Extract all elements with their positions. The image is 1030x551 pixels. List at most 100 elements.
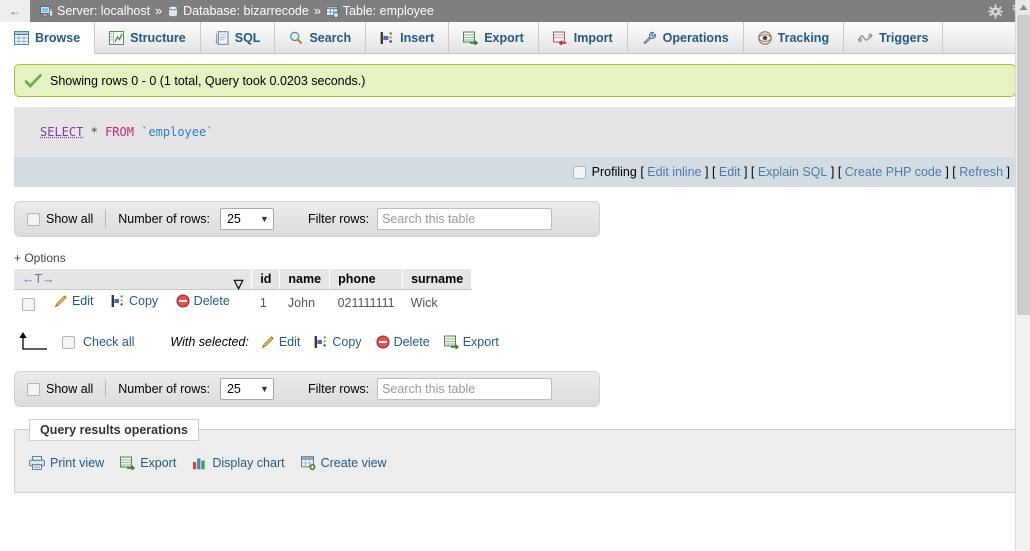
- results-table-header-row: ←T→ ▽ id name phone surname: [14, 269, 473, 291]
- link-create-php-code[interactable]: Create PHP code: [845, 165, 942, 179]
- number-of-rows-value-top: 25: [226, 212, 241, 226]
- number-of-rows-value-bottom: 25: [226, 382, 241, 397]
- with-selected-copy-label[interactable]: Copy: [332, 335, 361, 349]
- query-result-notice: Showing rows 0 - 0 (1 total, Query took …: [14, 64, 1016, 97]
- filter-rows-input-top[interactable]: Search this table: [377, 208, 553, 230]
- tab-sql-label: SQL: [234, 30, 261, 45]
- row-edit-label[interactable]: Edit: [72, 294, 94, 308]
- tab-sql[interactable]: SQL: [201, 22, 276, 53]
- column-header-id[interactable]: id: [251, 269, 281, 290]
- success-check-icon: [25, 73, 42, 88]
- copy-icon: [314, 335, 328, 349]
- cell-surname: Wick: [410, 295, 438, 310]
- scrollbar-up-button[interactable]: [1016, 0, 1030, 15]
- column-header-phone[interactable]: phone: [329, 269, 404, 290]
- number-of-rows-select-top[interactable]: 25 ▼: [219, 208, 274, 230]
- tab-insert[interactable]: Insert: [366, 22, 450, 53]
- column-header-name[interactable]: name: [279, 269, 331, 290]
- gear-icon[interactable]: [988, 3, 1003, 19]
- tab-operations-label: Operations: [662, 30, 729, 45]
- main-tabs: Browse Structure SQL Search Insert Expor…: [0, 22, 1030, 54]
- row-checkbox[interactable]: [22, 298, 35, 312]
- create-view-link[interactable]: Create view: [300, 456, 387, 471]
- print-view-link[interactable]: Print view: [29, 456, 104, 470]
- create-view-icon: [300, 456, 316, 471]
- options-toggle[interactable]: + Options: [14, 251, 1016, 265]
- column-header-surname[interactable]: surname: [402, 269, 473, 290]
- page-scrollbar[interactable]: [1015, 0, 1030, 551]
- with-selected-export-label[interactable]: Export: [463, 335, 499, 349]
- query-results-operations-panel: Query results operations Print view Expo…: [14, 419, 1016, 494]
- link-edit-inline[interactable]: Edit inline: [647, 165, 701, 179]
- sort-caret-icon[interactable]: ▽: [234, 276, 244, 291]
- tab-tracking[interactable]: Tracking: [744, 22, 845, 53]
- delete-icon: [176, 294, 190, 308]
- show-all-checkbox-top[interactable]: [27, 212, 40, 226]
- rows-toolbar-top: Show all Number of rows: 25 ▼ Filter row…: [14, 201, 600, 237]
- link-refresh[interactable]: Refresh: [959, 165, 1003, 179]
- tab-export[interactable]: Export: [449, 22, 539, 53]
- with-selected-delete[interactable]: Delete: [376, 335, 432, 349]
- row-delete-action[interactable]: Delete: [176, 294, 232, 308]
- show-all-checkbox-bottom[interactable]: [27, 382, 40, 396]
- cell-phone: 021111111: [337, 295, 395, 310]
- number-of-rows-select-bottom[interactable]: 25 ▼: [219, 378, 274, 401]
- bracket-close-5: ]: [1006, 165, 1010, 179]
- tab-operations[interactable]: Operations: [628, 22, 744, 53]
- with-selected-edit[interactable]: Edit: [261, 335, 303, 349]
- number-of-rows-label-top: Number of rows:: [118, 212, 210, 226]
- row-edit-action[interactable]: Edit: [54, 294, 96, 308]
- options-toggle-label: + Options: [14, 251, 66, 265]
- back-button[interactable]: ←: [0, 0, 30, 22]
- server-icon: [40, 5, 53, 18]
- rows-toolbar-bottom: Show all Number of rows: 25 ▼ Filter row…: [14, 371, 600, 408]
- link-edit[interactable]: Edit: [719, 165, 741, 179]
- breadcrumb-item-database-label: Database: bizarrecode: [183, 4, 309, 18]
- show-all-label-top: Show all: [46, 212, 94, 226]
- tab-browse[interactable]: Browse: [0, 22, 96, 54]
- row-copy-label[interactable]: Copy: [129, 294, 158, 308]
- link-explain-sql[interactable]: Explain SQL: [758, 165, 827, 179]
- with-selected-delete-label[interactable]: Delete: [394, 335, 430, 349]
- scrollbar-thumb[interactable]: [1017, 15, 1030, 315]
- display-chart-link[interactable]: Display chart: [192, 456, 285, 470]
- tab-import[interactable]: Import: [539, 22, 628, 53]
- filter-rows-input-bottom[interactable]: Search this table: [377, 378, 553, 401]
- chevron-down-icon: ▼: [260, 214, 269, 224]
- sql-query-box[interactable]: SELECT * FROM `employee`: [14, 107, 1016, 157]
- tracking-icon: [757, 30, 772, 45]
- tab-structure[interactable]: Structure: [95, 22, 201, 53]
- print-view-label: Print view: [50, 456, 105, 471]
- results-table-nav-header: ←T→ ▽: [14, 269, 253, 291]
- tab-tracking-label: Tracking: [777, 30, 830, 45]
- breadcrumb-item-table[interactable]: Table: employee: [325, 4, 434, 18]
- tab-search[interactable]: Search: [275, 22, 367, 53]
- filter-rows-label-bottom: Filter rows:: [307, 382, 370, 397]
- export-link[interactable]: Export: [120, 456, 176, 471]
- breadcrumb: Server: localhost » Database: bizarrecod…: [30, 4, 434, 18]
- breadcrumb-separator-1: »: [155, 4, 163, 18]
- sql-icon: [215, 30, 229, 45]
- profiling-checkbox[interactable]: [572, 165, 586, 179]
- check-all-label[interactable]: Check all: [83, 335, 134, 349]
- row-delete-label[interactable]: Delete: [194, 294, 230, 308]
- pencil-icon: [54, 294, 68, 308]
- show-all-label-bottom: Show all: [46, 382, 94, 397]
- check-all-checkbox[interactable]: [62, 335, 75, 349]
- filter-rows-placeholder-top: Search this table: [382, 212, 476, 226]
- create-view-label: Create view: [320, 456, 387, 471]
- cell-name: John: [287, 295, 316, 310]
- with-selected-edit-label[interactable]: Edit: [279, 335, 301, 349]
- tab-triggers[interactable]: Triggers: [844, 22, 944, 53]
- nav-symbol: ←T→: [22, 272, 55, 286]
- search-icon: [289, 31, 303, 45]
- breadcrumb-item-database[interactable]: Database: bizarrecode: [167, 4, 309, 18]
- with-selected-export[interactable]: Export: [443, 335, 501, 350]
- sql-keyword-from: FROM: [105, 125, 134, 139]
- tab-insert-label: Insert: [400, 30, 435, 45]
- row-copy-action[interactable]: Copy: [111, 294, 160, 308]
- breadcrumb-item-server[interactable]: Server: localhost: [40, 4, 150, 18]
- with-selected-copy[interactable]: Copy: [314, 335, 363, 349]
- database-icon: [167, 5, 179, 18]
- tab-browse-label: Browse: [35, 30, 81, 45]
